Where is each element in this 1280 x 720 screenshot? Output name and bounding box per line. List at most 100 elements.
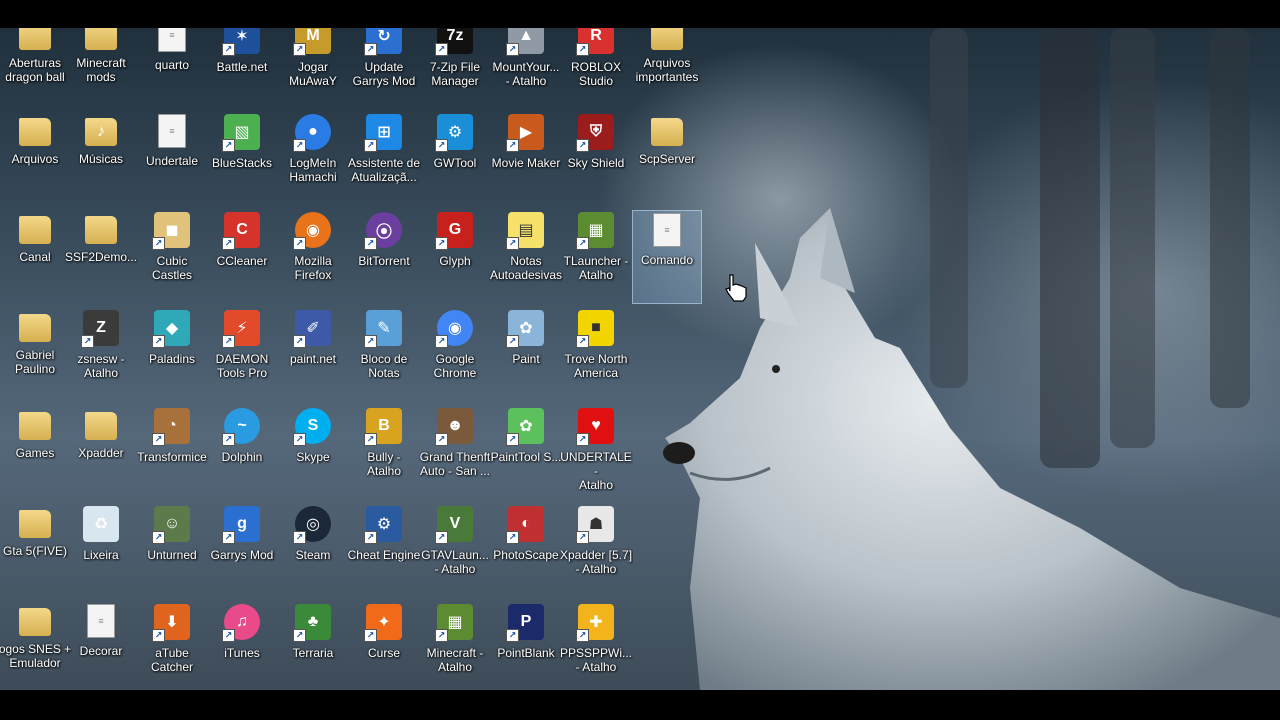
shortcut-arrow-icon: ↗ [293, 139, 306, 152]
desktop-icon[interactable]: Xpadder [66, 406, 136, 500]
desktop-icon[interactable]: Gta 5(FIVE) [0, 504, 70, 598]
desktop-icon[interactable]: ◎ ↗ Steam [278, 504, 348, 598]
desktop-icon[interactable]: ⦿ ↗ BitTorrent [349, 210, 419, 304]
desktop-icon[interactable]: ↻ ↗ Update Garrys Mod [349, 28, 419, 110]
desktop-icon[interactable]: ◐ ↗ PhotoScape [491, 504, 561, 598]
shortcut-arrow-icon: ↗ [293, 531, 306, 544]
desktop-icon[interactable]: SSF2Demo... [65, 210, 137, 304]
skype-icon: S ↗ [293, 408, 331, 446]
desktop-icon[interactable]: ☗ ↗ Xpadder [5.7] - Atalho [560, 504, 632, 598]
desktop-icon[interactable]: ✦ ↗ Curse [349, 602, 419, 690]
desktop-icon[interactable]: ▲ ↗ MountYour... - Atalho [491, 28, 561, 110]
desktop-icon[interactable]: Arquivos importantes [632, 28, 702, 110]
desktop-icon[interactable]: ✿ ↗ Paint [491, 308, 561, 402]
minecraft-block-icon: ▦ ↗ [435, 604, 473, 642]
desktop-icon[interactable]: ⬇ ↗ aTube Catcher [137, 602, 207, 690]
desktop-icon[interactable]: ⚡ ↗ DAEMON Tools Pro [207, 308, 277, 402]
desktop-icon[interactable]: ogos SNES + Emulador [0, 602, 71, 690]
curse-icon: ✦ ↗ [364, 604, 402, 642]
desktop-icon[interactable]: 7z ↗ 7-Zip File Manager [420, 28, 490, 110]
desktop-icon[interactable]: ◆ ↗ Paladins [137, 308, 207, 402]
desktop-icon[interactable]: ⚙ ↗ Cheat Engine [348, 504, 420, 598]
shortcut-arrow-icon: ↗ [506, 531, 519, 544]
desktop-icon[interactable]: C ↗ CCleaner [207, 210, 277, 304]
desktop-icon-label: Grand Thenft Auto - San ... [419, 450, 491, 478]
shortcut-arrow-icon: ↗ [152, 433, 165, 446]
shortcut-arrow-icon: ↗ [293, 629, 306, 642]
desktop-icon[interactable]: ✶ ↗ Battle.net [207, 28, 277, 110]
zsnes-icon: Z ↗ [81, 310, 119, 348]
desktop-icon-label: Comando [640, 253, 694, 267]
desktop-icon[interactable]: ✐ ↗ paint.net [278, 308, 348, 402]
desktop-icon[interactable]: g ↗ Garrys Mod [207, 504, 277, 598]
desktop-icon[interactable]: ▤ ↗ Notas Autoadesivas [490, 210, 562, 304]
desktop-icon[interactable]: Aberturas dragon ball [0, 28, 70, 110]
desktop-icon[interactable]: ≡ quarto [137, 28, 207, 110]
desktop-icon[interactable]: Minecraft mods [66, 28, 136, 110]
desktop-icon[interactable]: ⊞ ↗ Assistente de Atualizaçã... [348, 112, 420, 206]
desktop-icon[interactable]: Arquivos [0, 112, 70, 206]
desktop-icon[interactable]: ♻ Lixeira [66, 504, 136, 598]
desktop-icon[interactable]: ◉ ↗ Google Chrome [420, 308, 490, 402]
desktop-icon-label: Gabriel Paulino [14, 348, 56, 376]
desktop-icon-label: Google Chrome [433, 352, 477, 380]
desktop-icon[interactable]: ◉ ↗ Mozilla Firefox [278, 210, 348, 304]
desktop-icon[interactable]: ~ ↗ Dolphin [207, 406, 277, 500]
shortcut-arrow-icon: ↗ [364, 237, 377, 250]
desktop-icon[interactable]: ▦ ↗ Minecraft - Atalho [420, 602, 490, 690]
document-icon: ≡ [653, 213, 681, 247]
desktop-icon[interactable]: ♪ Músicas [66, 112, 136, 206]
dolphin-icon: ~ ↗ [222, 408, 260, 446]
cubic-castles-icon: ◼ ↗ [152, 212, 190, 250]
desktop-icon[interactable]: ≡ Comando [632, 210, 702, 304]
desktop-icon[interactable]: M ↗ Jogar MuAwaY [278, 28, 348, 110]
desktop-icon[interactable]: ✚ ↗ PPSSPPWi... - Atalho [560, 602, 632, 690]
atube-catcher-icon: ⬇ ↗ [152, 604, 190, 642]
desktop-icon[interactable]: ⛨ ↗ Sky Shield [561, 112, 631, 206]
desktop-icon[interactable]: Canal [0, 210, 70, 304]
chrome-icon: ◉ ↗ [435, 310, 473, 348]
desktop-icon[interactable]: ■ ↗ Trove North America [561, 308, 631, 402]
desktop-icon-label: BlueStacks [211, 156, 273, 170]
desktop-icon[interactable]: ☻ ↗ Grand Thenft Auto - San ... [420, 406, 490, 500]
desktop-icon-label: 7-Zip File Manager [429, 60, 480, 88]
shortcut-arrow-icon: ↗ [222, 433, 235, 446]
desktop-icon-label: GTAVLaun... - Atalho [421, 548, 489, 576]
desktop-icon[interactable]: R ↗ ROBLOX Studio [561, 28, 631, 110]
desktop-icon[interactable]: ✿ ↗ PaintTool S... [491, 406, 561, 500]
desktop-icon[interactable]: ▧ ↗ BlueStacks [207, 112, 277, 206]
desktop-icon[interactable]: ◔ ↗ Transformice [137, 406, 207, 500]
desktop-icon[interactable]: ScpServer [632, 112, 702, 206]
desktop-icon[interactable]: P ↗ PointBlank [491, 602, 561, 690]
desktop-icon[interactable]: B ↗ Bully - Atalho [349, 406, 419, 500]
desktop-icon[interactable]: ≡ Decorar [66, 602, 136, 690]
desktop-icon[interactable]: ♣ ↗ Terraria [278, 602, 348, 690]
shortcut-arrow-icon: ↗ [152, 531, 165, 544]
desktop-icon[interactable]: ≡ Undertale [137, 112, 207, 206]
desktop-icon-label: aTube Catcher [150, 646, 194, 674]
desktop-icon[interactable]: Gabriel Paulino [0, 308, 70, 402]
desktop-icon[interactable]: ⚙ ↗ GWTool [420, 112, 490, 206]
desktop-icon-label: Update Garrys Mod [352, 60, 416, 88]
desktop-icon[interactable]: ◼ ↗ Cubic Castles [137, 210, 207, 304]
shortcut-arrow-icon: ↗ [576, 335, 589, 348]
desktop-icon-label: TLauncher - Atalho [563, 254, 629, 282]
desktop-icon[interactable]: ☺ ↗ Unturned [137, 504, 207, 598]
desktop-icon[interactable]: S ↗ Skype [278, 406, 348, 500]
desktop-icon[interactable]: ● ↗ LogMeIn Hamachi [278, 112, 348, 206]
desktop-icon[interactable]: V ↗ GTAVLaun... - Atalho [420, 504, 490, 598]
desktop-icon[interactable]: G ↗ Glyph [420, 210, 490, 304]
desktop-icon-label: UNDERTALE - Atalho [560, 450, 632, 492]
desktop-icon[interactable]: ♫ ↗ iTunes [207, 602, 277, 690]
windows-icon: ⊞ ↗ [364, 114, 402, 152]
desktop-icon[interactable]: ♥ ↗ UNDERTALE - Atalho [560, 406, 632, 500]
desktop-icon-label: Skype [296, 450, 330, 464]
desktop-icon[interactable]: ✎ ↗ Bloco de Notas [349, 308, 419, 402]
desktop-icon[interactable]: Games [0, 406, 70, 500]
desktop-icon[interactable]: ▶ ↗ Movie Maker [491, 112, 561, 206]
folder-icon [19, 608, 51, 636]
desktop-icon[interactable]: Z ↗ zsnesw - Atalho [66, 308, 136, 402]
bittorrent-icon: ⦿ ↗ [364, 212, 402, 250]
desktop-icon[interactable]: ▦ ↗ TLauncher - Atalho [561, 210, 631, 304]
battlenet-icon: ✶ ↗ [222, 28, 260, 56]
